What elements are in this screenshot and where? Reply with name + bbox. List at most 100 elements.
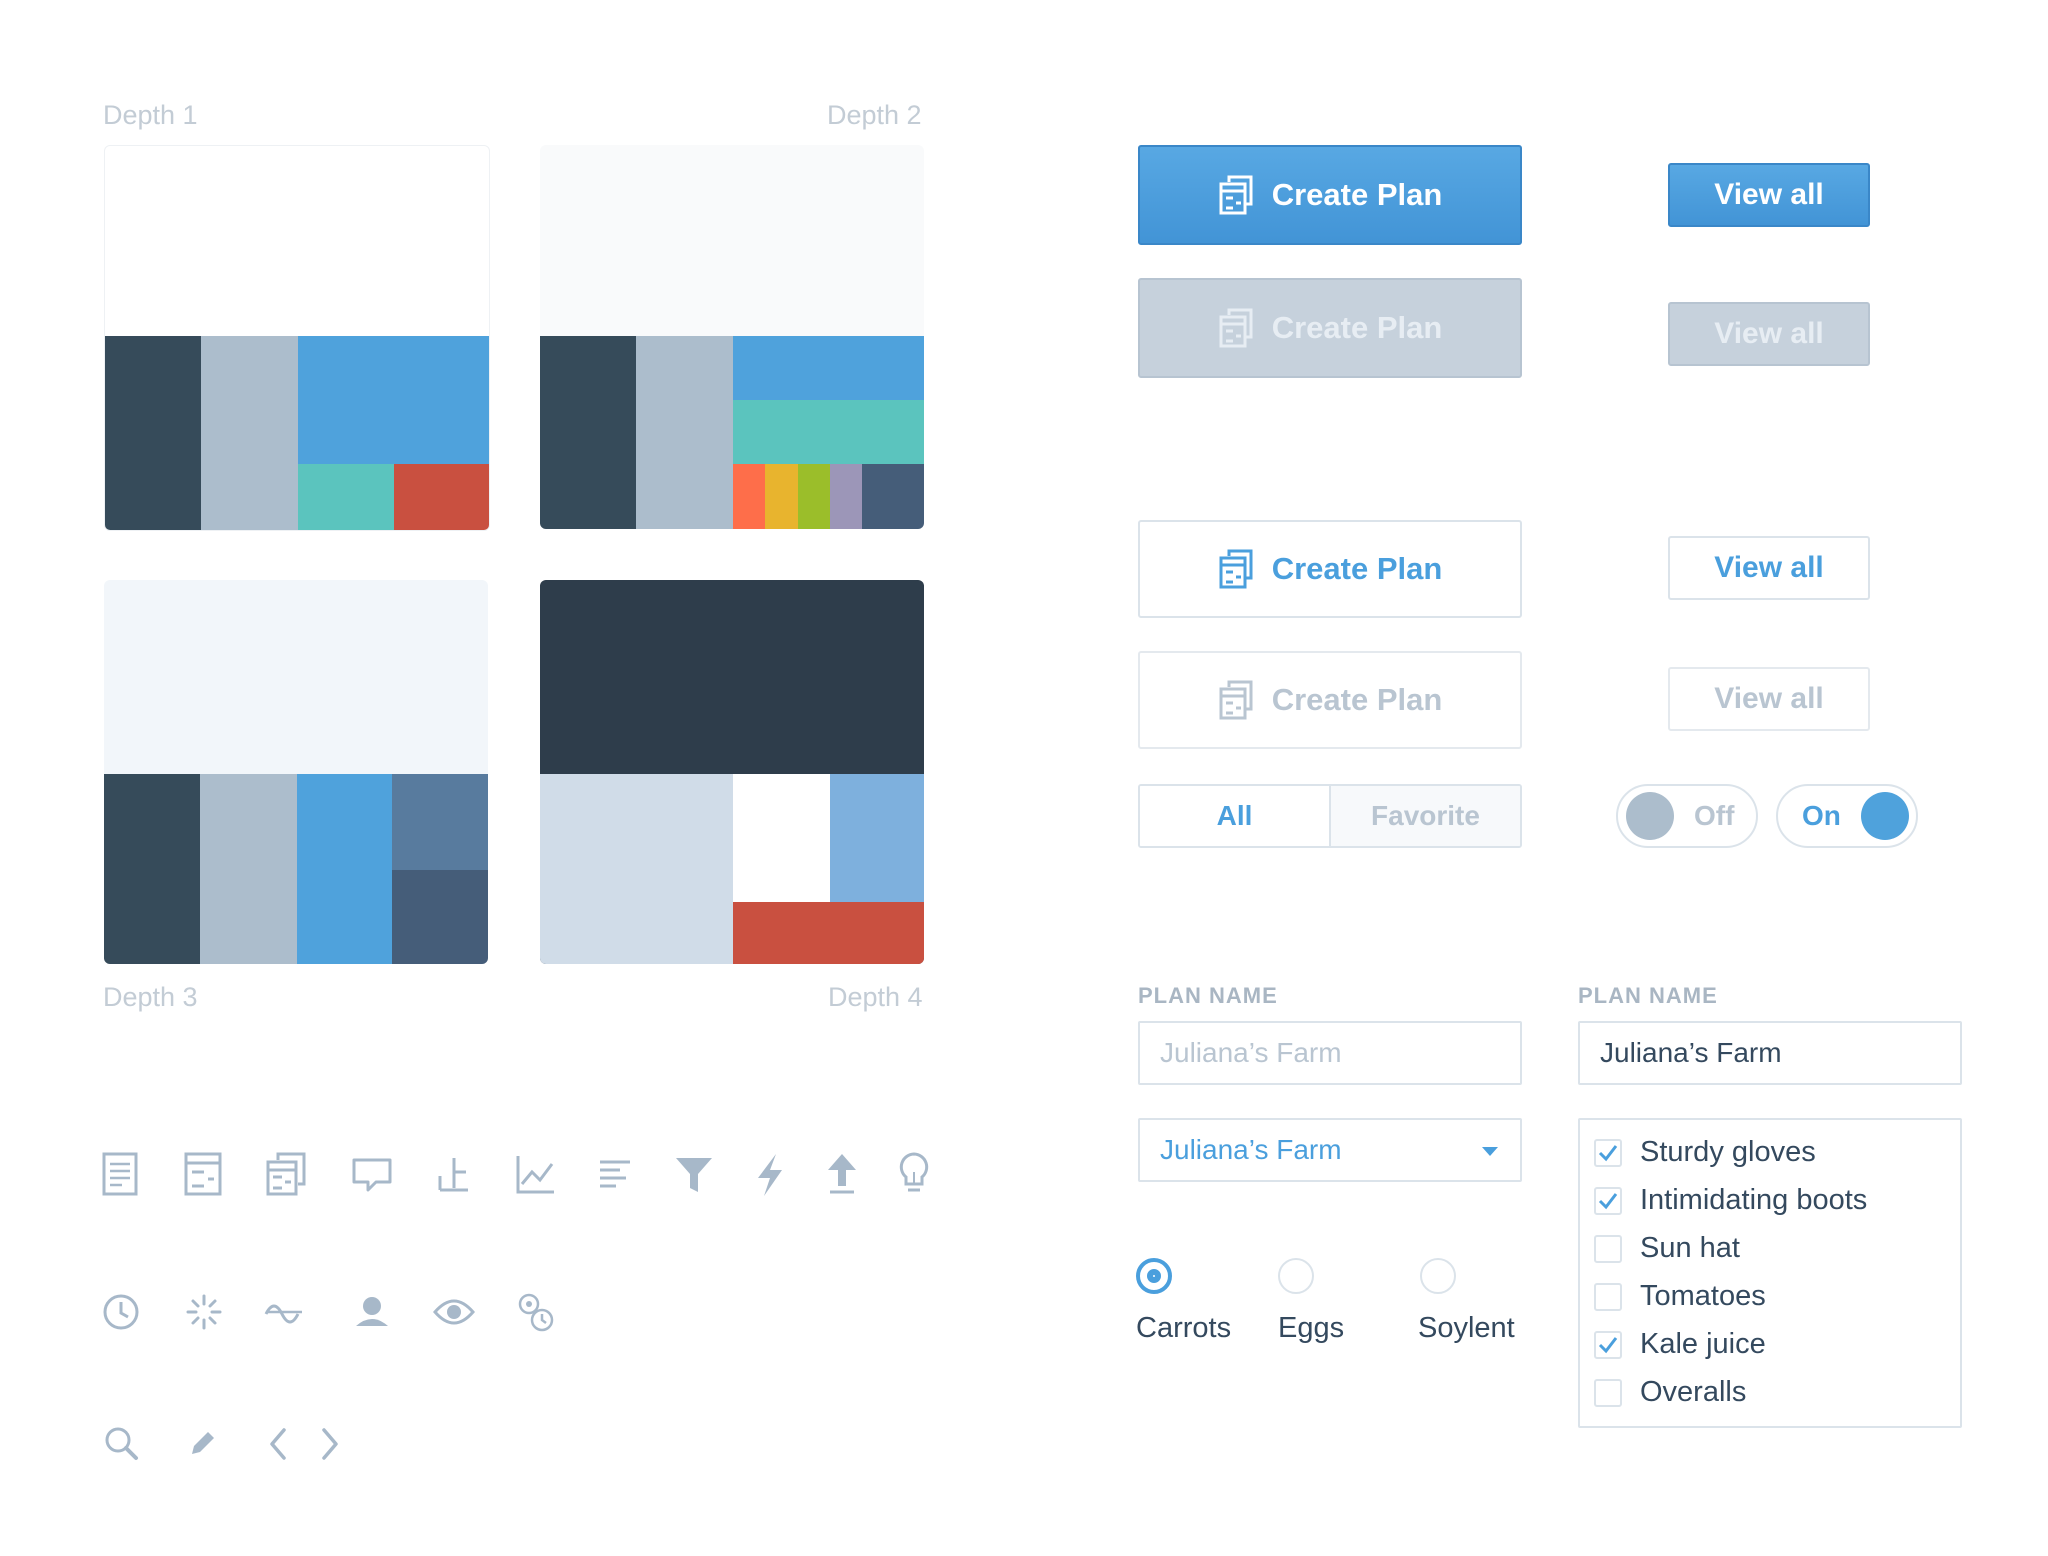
toggle-knob	[1626, 792, 1674, 840]
radio-label: Carrots	[1136, 1312, 1232, 1344]
checkmark-icon	[1598, 1336, 1618, 1353]
toggle-knob	[1860, 792, 1909, 840]
button-label: Create Plan	[1271, 551, 1443, 586]
checkbox-item[interactable]: Overalls	[1594, 1376, 1746, 1409]
checkbox[interactable]	[1594, 1186, 1622, 1215]
depth-1-label: Depth 1	[103, 100, 198, 130]
plan-name-label: PLAN NAME	[1578, 983, 1718, 1008]
button-label: View all	[1714, 682, 1824, 715]
create-plan-secondary-button[interactable]: Create Plan	[1138, 520, 1522, 618]
swatch-gray	[636, 336, 733, 529]
depth-2-label: Depth 2	[827, 100, 922, 130]
plan-name-input-filled[interactable]: Juliana’s Farm	[1578, 1021, 1962, 1085]
checkbox-item[interactable]: Tomatoes	[1594, 1280, 1766, 1313]
depth-2-palette	[540, 145, 924, 529]
input-placeholder: Juliana’s Farm	[1160, 1037, 1342, 1068]
chart-icon	[516, 1156, 554, 1194]
radio-button[interactable]	[1420, 1258, 1456, 1294]
search-icon[interactable]	[100, 1420, 144, 1468]
align-left-icon	[600, 1160, 630, 1188]
radio-eggs[interactable]: Eggs	[1278, 1258, 1344, 1345]
button-label: View all	[1714, 551, 1824, 584]
select-value: Juliana’s Farm	[1160, 1134, 1342, 1165]
button-label: Create Plan	[1271, 682, 1443, 717]
segment-all[interactable]: All	[1140, 786, 1329, 846]
radio-carrots[interactable]: Carrots	[1136, 1258, 1231, 1345]
toggle-off[interactable]: Off	[1616, 784, 1758, 848]
lightning-icon	[758, 1154, 782, 1196]
radio-soylent[interactable]: Soylent	[1418, 1258, 1515, 1345]
create-plan-secondary-disabled: Create Plan	[1138, 651, 1522, 749]
swatch-white	[733, 774, 830, 902]
swatch-purple	[830, 464, 862, 529]
segment-favorite[interactable]: Favorite	[1329, 786, 1520, 846]
swatch-blue	[298, 336, 489, 464]
wave-icon	[264, 1304, 302, 1324]
swatch-dark	[105, 336, 201, 530]
checkbox-item[interactable]: Kale juice	[1594, 1328, 1766, 1361]
plan-name-input-empty[interactable]: Juliana’s Farm	[1138, 1021, 1522, 1085]
eye-icon	[433, 1299, 475, 1325]
toggle-label: On	[1802, 800, 1841, 831]
swatch-blue	[733, 336, 924, 400]
checkbox-item[interactable]: Sun hat	[1594, 1232, 1740, 1265]
swatch-teal	[298, 464, 394, 530]
swatch-red	[733, 902, 924, 964]
view-all-button[interactable]: View all	[1668, 163, 1870, 227]
swatch-light-blue	[830, 774, 924, 902]
toggle-label: Off	[1694, 800, 1735, 831]
checkbox[interactable]	[1594, 1378, 1622, 1407]
button-label: Create Plan	[1271, 310, 1443, 345]
chevron-left-icon[interactable]	[256, 1420, 300, 1468]
view-all-secondary-button[interactable]: View all	[1668, 536, 1870, 600]
radio-label: Soylent	[1418, 1312, 1515, 1344]
upload-icon	[828, 1154, 856, 1194]
radio-button[interactable]	[1136, 1258, 1172, 1294]
plan-icon	[184, 1152, 222, 1196]
depth-3-palette	[104, 580, 488, 964]
swatch-teal	[733, 400, 924, 464]
swatch-red	[394, 464, 489, 530]
checkbox-label: Kale juice	[1640, 1328, 1766, 1360]
toggle-on[interactable]: On	[1776, 784, 1918, 848]
comment-icon	[352, 1158, 392, 1192]
plans-stack-icon	[1219, 308, 1253, 348]
radio-button[interactable]	[1278, 1258, 1314, 1294]
button-label: Create Plan	[1271, 177, 1443, 212]
swatch-pale	[540, 774, 733, 964]
swatch-dark	[104, 774, 200, 964]
plans-stack-icon	[1219, 549, 1253, 589]
checkbox[interactable]	[1594, 1138, 1622, 1167]
depth-4-palette	[540, 580, 924, 964]
segmented-control: All Favorite	[1138, 784, 1522, 848]
button-label: View all	[1714, 178, 1824, 211]
swatch-slate	[862, 464, 924, 529]
swatch-dark	[540, 336, 636, 529]
swatch-slate	[392, 870, 488, 964]
spinner-icon	[186, 1294, 222, 1330]
swatch-steel	[392, 774, 488, 870]
checkbox[interactable]	[1594, 1234, 1622, 1263]
checkbox[interactable]	[1594, 1330, 1622, 1359]
clock-icon	[103, 1294, 139, 1330]
checkbox[interactable]	[1594, 1282, 1622, 1311]
checkbox-item[interactable]: Sturdy gloves	[1594, 1136, 1816, 1169]
plan-select-dropdown[interactable]: Juliana’s Farm	[1138, 1118, 1522, 1182]
checkmark-icon	[1598, 1192, 1618, 1209]
plans-stack-icon	[266, 1152, 306, 1196]
swatch-blue	[297, 774, 392, 964]
swatch-orange	[733, 464, 765, 529]
view-all-secondary-disabled: View all	[1668, 667, 1870, 731]
lightbulb-icon	[899, 1152, 929, 1192]
swatch-yellow	[765, 464, 798, 529]
chevron-right-icon[interactable]	[308, 1420, 352, 1468]
pencil-icon[interactable]	[182, 1420, 226, 1468]
checkbox-item[interactable]: Intimidating boots	[1594, 1184, 1867, 1217]
swatch-green	[798, 464, 830, 529]
checkbox-label: Sun hat	[1640, 1232, 1740, 1264]
create-plan-button[interactable]: Create Plan	[1138, 145, 1522, 245]
depth-4-label: Depth 4	[828, 982, 923, 1012]
radio-label: Eggs	[1278, 1312, 1345, 1344]
gears-clock-icon	[518, 1293, 554, 1332]
checkmark-icon	[1598, 1144, 1618, 1161]
